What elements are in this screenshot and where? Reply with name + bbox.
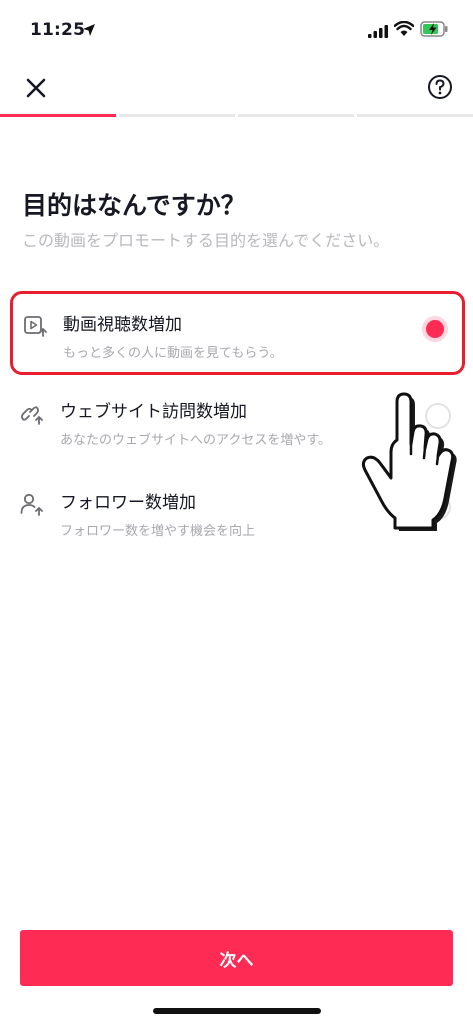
pointing-hand-icon xyxy=(357,392,457,532)
battery-charging-icon xyxy=(420,21,448,41)
close-icon xyxy=(26,78,46,98)
home-indicator xyxy=(153,1008,321,1014)
option-description: フォロワー数を増やす機会を向上 xyxy=(60,524,256,539)
progress-step-4 xyxy=(357,114,473,117)
progress-step-1 xyxy=(0,114,116,117)
help-icon xyxy=(428,75,452,99)
status-bar: 11:25 xyxy=(0,0,473,60)
add-user-icon xyxy=(20,492,44,516)
page-subtitle: この動画をプロモートする目的を選んでください。 xyxy=(22,231,390,250)
option-title: フォロワー数増加 xyxy=(60,493,196,513)
next-button[interactable]: 次へ xyxy=(20,930,453,986)
help-button[interactable] xyxy=(427,74,453,100)
page-title: 目的はなんですか？ xyxy=(22,191,246,220)
video-play-icon xyxy=(23,314,47,338)
status-time: 11:25 xyxy=(30,20,86,40)
progress-step-3 xyxy=(238,114,354,117)
option-description: あなたのウェブサイトへのアクセスを増やす。 xyxy=(60,433,332,448)
wifi-icon xyxy=(393,20,415,40)
link-icon xyxy=(20,401,44,425)
option-description: もっと多くの人に動画を見てもらう。 xyxy=(63,346,283,361)
option-video-views[interactable]: 動画視聴数増加 もっと多くの人に動画を見てもらう。 xyxy=(10,291,465,375)
radio-selected[interactable] xyxy=(422,316,448,342)
progress-step-2 xyxy=(119,114,235,117)
location-arrow-icon xyxy=(82,22,96,41)
cellular-signal-icon xyxy=(368,23,388,42)
close-button[interactable] xyxy=(22,74,50,102)
option-title: 動画視聴数増加 xyxy=(63,315,182,335)
option-title: ウェブサイト訪問数増加 xyxy=(60,402,247,422)
step-progress-bar xyxy=(0,114,473,117)
